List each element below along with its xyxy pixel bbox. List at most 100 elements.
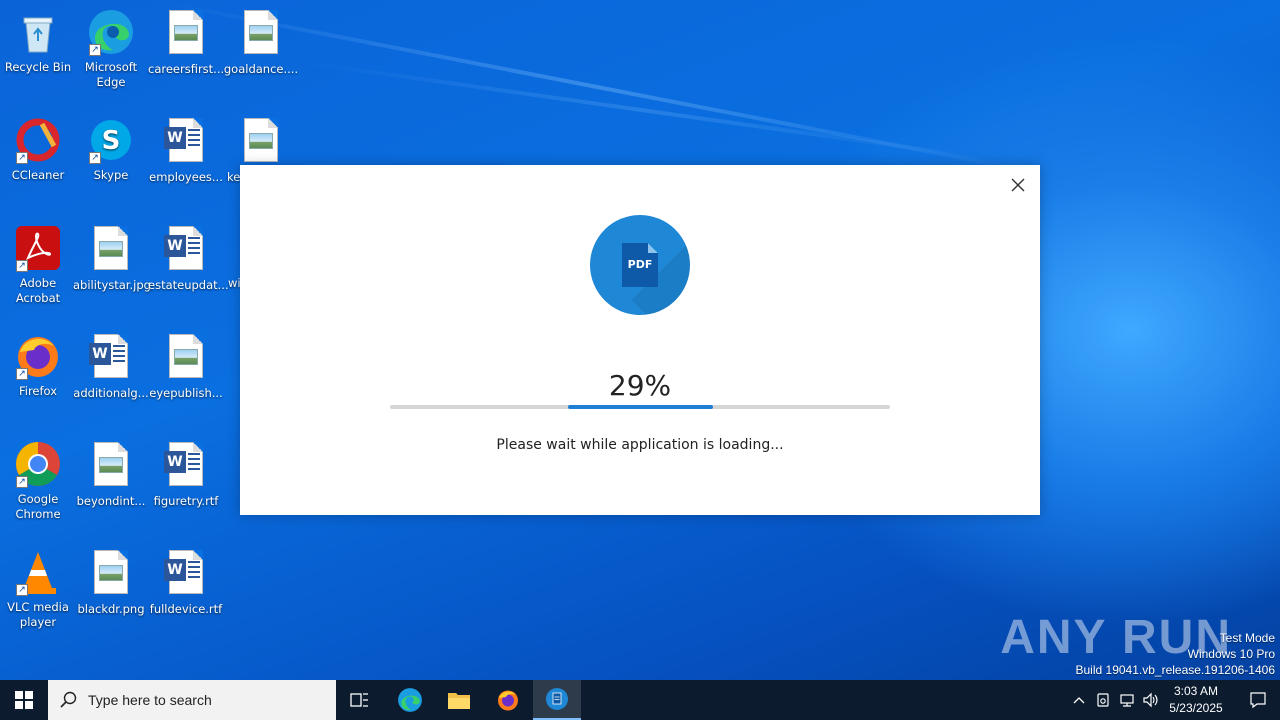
- tray-volume-button[interactable]: [1140, 680, 1162, 720]
- image-file-icon: [162, 10, 210, 58]
- desktop-icon-vlc[interactable]: ↗ VLC media player: [0, 548, 76, 630]
- folder-icon: [448, 693, 470, 709]
- network-icon: [1120, 694, 1134, 707]
- show-hidden-icons-button[interactable]: [1068, 680, 1090, 720]
- progress-percent: 29%: [608, 369, 672, 402]
- desktop-icon-label: estateupdat...: [148, 278, 229, 292]
- loading-dialog: PDF 29% Please wait while application is…: [240, 165, 1040, 515]
- desktop-icon-label: abilitystar.jpg: [73, 278, 151, 292]
- desktop-icon-google-chrome[interactable]: ↗ Google Chrome: [0, 440, 76, 522]
- word-document-icon: W: [162, 442, 210, 490]
- wallpaper-beam: [299, 60, 994, 162]
- skype-icon: S ↗: [87, 116, 135, 164]
- taskbar-clock[interactable]: 3:03 AM 5/23/2025: [1160, 683, 1232, 717]
- taskbar-edge-button[interactable]: [386, 680, 434, 720]
- google-chrome-icon: ↗: [14, 440, 62, 488]
- task-view-button[interactable]: [336, 680, 384, 720]
- desktop-icon-microsoft-edge[interactable]: ↗ Microsoft Edge: [73, 8, 149, 90]
- start-button[interactable]: [0, 680, 48, 720]
- desktop-icon-firefox[interactable]: ↗ Firefox: [0, 332, 76, 399]
- desktop-icon-label: Skype: [93, 168, 129, 182]
- firefox-icon: ↗: [14, 332, 62, 380]
- clock-time: 3:03 AM: [1173, 684, 1219, 698]
- desktop-icon-label: Adobe Acrobat: [15, 276, 61, 305]
- shortcut-arrow-icon: ↗: [89, 152, 101, 164]
- desktop-icon-label: CCleaner: [11, 168, 65, 182]
- word-document-icon: W: [162, 226, 210, 274]
- windows-build-info: Test Mode Windows 10 Pro Build 19041.vb_…: [1076, 630, 1276, 678]
- desktop-icon-label: VLC media player: [7, 600, 69, 629]
- desktop-icon-file[interactable]: W figuretry.rtf: [148, 440, 224, 509]
- desktop-icon-label: Recycle Bin: [4, 60, 72, 74]
- shortcut-arrow-icon: ↗: [89, 44, 101, 56]
- desktop-icon-file[interactable]: careersfirst...: [148, 8, 224, 77]
- vlc-cone-icon: ↗: [14, 548, 62, 596]
- desktop-icon-label: blackdr.png: [77, 602, 145, 616]
- svg-text:S: S: [102, 126, 121, 156]
- progress-fill: [567, 405, 713, 409]
- test-mode-label: Test Mode: [1219, 631, 1275, 645]
- desktop-icon-skype[interactable]: S ↗ Skype: [73, 116, 149, 183]
- word-document-icon: W: [162, 118, 210, 166]
- search-placeholder: Type here to search: [88, 692, 212, 708]
- desktop-icon-label: beyondint...: [76, 494, 146, 508]
- desktop-icon-recycle-bin[interactable]: Recycle Bin: [0, 8, 76, 75]
- desktop-icon-adobe-acrobat[interactable]: ↗ Adobe Acrobat: [0, 224, 76, 306]
- desktop-icon-label: employees...: [149, 170, 223, 184]
- image-file-icon: [87, 226, 135, 274]
- image-file-icon: [162, 334, 210, 382]
- taskbar-firefox-button[interactable]: [484, 680, 532, 720]
- notification-icon: [1250, 692, 1266, 709]
- task-view-icon: [350, 693, 368, 707]
- windows-logo-icon: [15, 691, 33, 709]
- desktop-icon-ccleaner[interactable]: ↗ CCleaner: [0, 116, 76, 183]
- image-file-icon: [237, 10, 285, 58]
- clock-date: 5/23/2025: [1169, 701, 1223, 715]
- recycle-bin-icon: [14, 8, 62, 56]
- shortcut-arrow-icon: ↗: [16, 260, 28, 272]
- shortcut-arrow-icon: ↗: [16, 584, 28, 596]
- tray-device-button[interactable]: [1092, 680, 1114, 720]
- desktop-icon-file[interactable]: beyondint...: [73, 440, 149, 509]
- close-button[interactable]: [1008, 175, 1028, 195]
- taskbar-search-box[interactable]: Type here to search: [48, 680, 336, 720]
- image-file-icon: [87, 442, 135, 490]
- taskbar-file-explorer-button[interactable]: [435, 680, 483, 720]
- pdf-logo: PDF: [590, 215, 690, 315]
- word-document-icon: W: [162, 550, 210, 598]
- edge-icon: ↗: [87, 8, 135, 56]
- close-icon: [1011, 178, 1025, 192]
- firefox-icon: [498, 690, 518, 711]
- desktop-icon-label: additionalg...: [73, 386, 149, 400]
- shortcut-arrow-icon: ↗: [16, 476, 28, 488]
- desktop-icon-label: goaldance....: [223, 62, 299, 76]
- desktop-icon-file[interactable]: blackdr.png: [73, 548, 149, 617]
- tray-network-button[interactable]: [1116, 680, 1138, 720]
- loading-message: Please wait while application is loading…: [496, 437, 784, 453]
- desktop-icon-label: careersfirst...: [148, 62, 225, 76]
- adobe-acrobat-icon: ↗: [14, 224, 62, 272]
- edge-icon: [398, 688, 422, 712]
- progress-track: [390, 405, 890, 409]
- volume-icon: [1143, 692, 1158, 708]
- windows-edition-label: Windows 10 Pro: [1187, 647, 1275, 661]
- pdf-app-icon: [546, 688, 568, 710]
- desktop-icon-file[interactable]: eyepublish...: [148, 332, 224, 401]
- desktop-icon-file[interactable]: abilitystar.jpg: [73, 224, 151, 293]
- chevron-up-icon: [1073, 697, 1085, 704]
- shortcut-arrow-icon: ↗: [16, 368, 28, 380]
- search-icon: [60, 691, 77, 708]
- desktop-icon-file[interactable]: W employees...: [148, 116, 224, 185]
- action-center-button[interactable]: [1236, 680, 1280, 720]
- desktop-icon-label: Microsoft Edge: [84, 60, 138, 89]
- desktop-icon-file[interactable]: W fulldevice.rtf: [148, 548, 224, 617]
- taskbar-active-app-button[interactable]: [533, 680, 581, 720]
- desktop-icon-file[interactable]: W additionalg...: [73, 332, 149, 401]
- desktop-icon-file[interactable]: W estateupdat...: [148, 224, 229, 293]
- desktop-icon-file[interactable]: goaldance....: [223, 8, 299, 77]
- ccleaner-icon: ↗: [14, 116, 62, 164]
- pdf-document-icon: PDF: [622, 243, 658, 287]
- desktop-icon-label: figuretry.rtf: [153, 494, 219, 508]
- image-file-icon: [87, 550, 135, 598]
- image-file-icon: [237, 118, 285, 166]
